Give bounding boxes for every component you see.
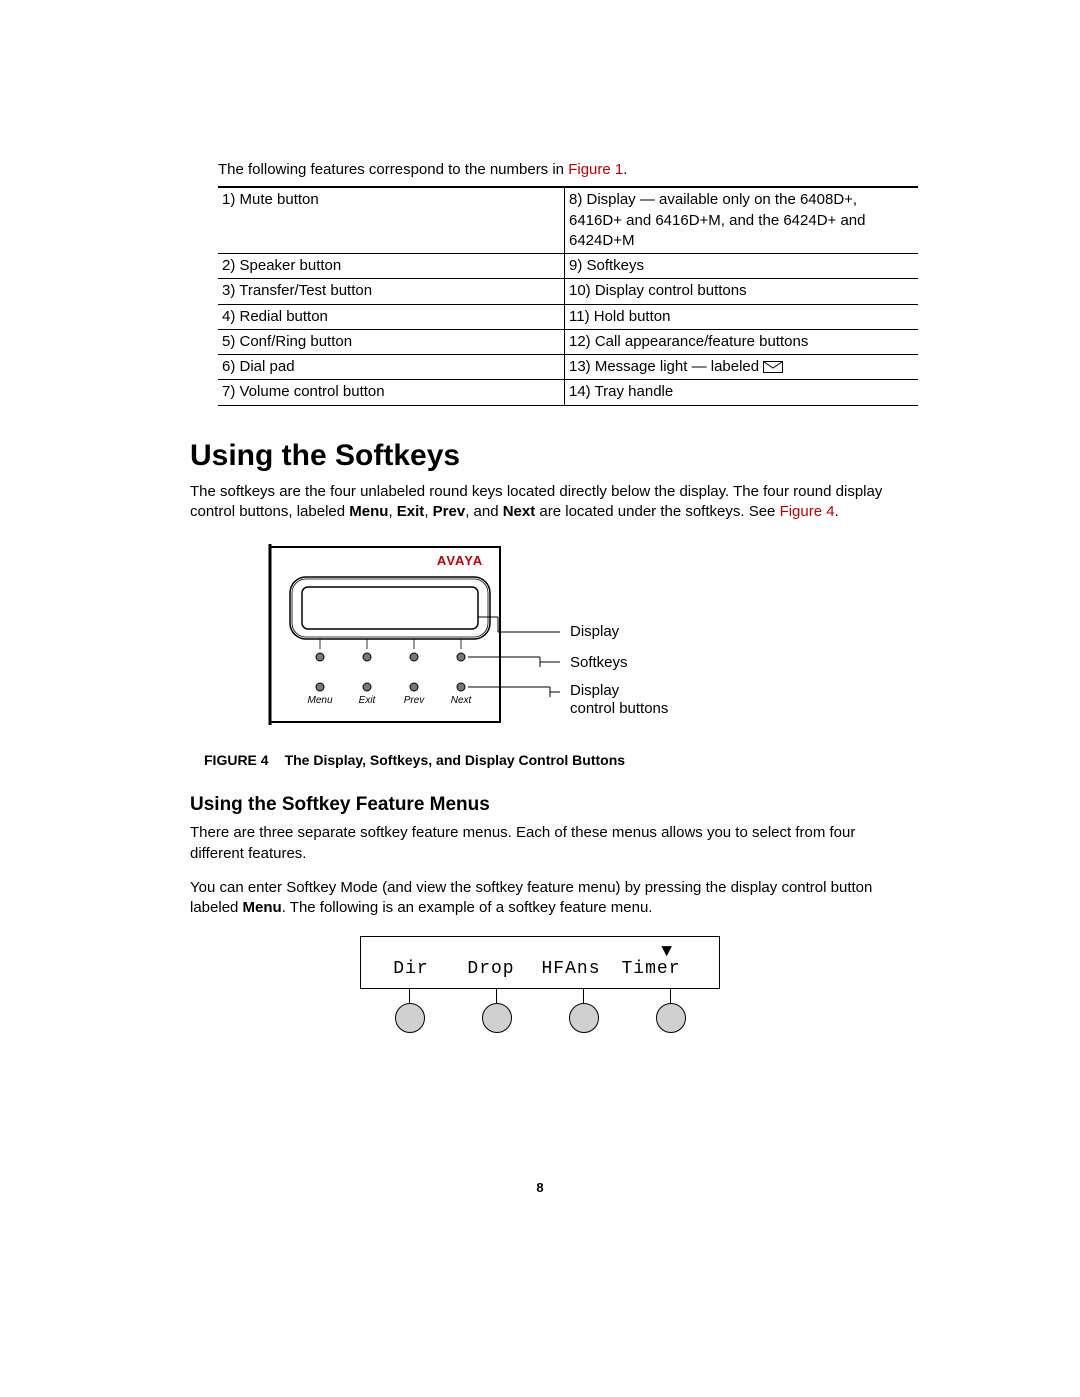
document-page: The following features correspond to the… — [0, 0, 1080, 1397]
table-cell-left: 3) Transfer/Test button — [218, 279, 565, 304]
menu-label: Dir — [371, 957, 451, 981]
page-number: 8 — [0, 1179, 1080, 1197]
feature-menus-paragraph-2: You can enter Softkey Mode (and view the… — [190, 878, 890, 919]
menu-softkey-buttons — [360, 989, 720, 1033]
menu-labels-row: DirDropHFAnsTimer — [371, 957, 709, 981]
menu-label: Drop — [451, 957, 531, 981]
table-cell-right: 8) Display — available only on the 6408D… — [565, 187, 919, 253]
softkey-button — [370, 989, 450, 1033]
figure-4-caption: FIGURE 4The Display, Softkeys, and Displ… — [204, 751, 890, 770]
figure-4-link[interactable]: Figure 4 — [780, 503, 835, 520]
softkey-button — [457, 989, 537, 1033]
softkey-menu-example: ▼ DirDropHFAnsTimer — [360, 936, 720, 1032]
figure-1-link[interactable]: Figure 1 — [568, 161, 623, 178]
svg-text:control buttons: control buttons — [570, 700, 668, 717]
table-cell-right: 9) Softkeys — [565, 254, 919, 279]
table-cell-left: 1) Mute button — [218, 187, 565, 253]
figure-4: AVAYA Display — [240, 537, 890, 743]
table-row: 4) Redial button11) Hold button — [218, 304, 918, 329]
svg-text:Exit: Exit — [359, 695, 377, 706]
menu-display-box: ▼ DirDropHFAnsTimer — [360, 936, 720, 988]
intro-text: The following features correspond to the… — [218, 161, 568, 178]
menu-arrow: ▼ — [371, 943, 709, 957]
softkeys-paragraph: The softkeys are the four unlabeled roun… — [190, 482, 890, 523]
softkey-button — [544, 989, 624, 1033]
softkey-button — [631, 989, 711, 1033]
table-cell-left: 7) Volume control button — [218, 380, 565, 405]
table-row: 1) Mute button8) Display — available onl… — [218, 187, 918, 253]
table-row: 5) Conf/Ring button12) Call appearance/f… — [218, 329, 918, 354]
table-row: 6) Dial pad13) Message light — labeled — [218, 355, 918, 380]
softkeys-row — [316, 639, 465, 661]
heading-softkey-feature-menus: Using the Softkey Feature Menus — [190, 792, 890, 818]
feature-table: 1) Mute button8) Display — available onl… — [218, 186, 918, 405]
figure-4-svg: AVAYA Display — [240, 537, 720, 737]
table-row: 2) Speaker button9) Softkeys — [218, 254, 918, 279]
svg-text:Menu: Menu — [307, 695, 332, 706]
table-cell-right: 13) Message light — labeled — [565, 355, 919, 380]
svg-text:Next: Next — [451, 695, 473, 706]
svg-text:Softkeys: Softkeys — [570, 654, 628, 671]
table-cell-right: 11) Hold button — [565, 304, 919, 329]
intro-paragraph: The following features correspond to the… — [218, 160, 890, 180]
brand-label: AVAYA — [437, 553, 483, 568]
table-cell-right: 14) Tray handle — [565, 380, 919, 405]
table-cell-right: 10) Display control buttons — [565, 279, 919, 304]
svg-text:Display: Display — [570, 682, 620, 699]
control-buttons-row: Menu Exit Prev Next — [307, 683, 472, 706]
table-cell-left: 2) Speaker button — [218, 254, 565, 279]
table-cell-left: 4) Redial button — [218, 304, 565, 329]
table-cell-right: 12) Call appearance/feature buttons — [565, 329, 919, 354]
intro-suffix: . — [623, 161, 627, 178]
table-row: 3) Transfer/Test button10) Display contr… — [218, 279, 918, 304]
table-row: 7) Volume control button14) Tray handle — [218, 380, 918, 405]
menu-label: HFAns — [531, 957, 611, 981]
table-cell-left: 5) Conf/Ring button — [218, 329, 565, 354]
feature-menus-paragraph-1: There are three separate softkey feature… — [190, 823, 890, 864]
table-cell-left: 6) Dial pad — [218, 355, 565, 380]
heading-using-softkeys: Using the Softkeys — [190, 436, 890, 477]
menu-label: Timer — [611, 957, 691, 981]
svg-text:Display: Display — [570, 623, 620, 640]
svg-text:Prev: Prev — [404, 695, 426, 706]
envelope-icon — [763, 358, 783, 375]
